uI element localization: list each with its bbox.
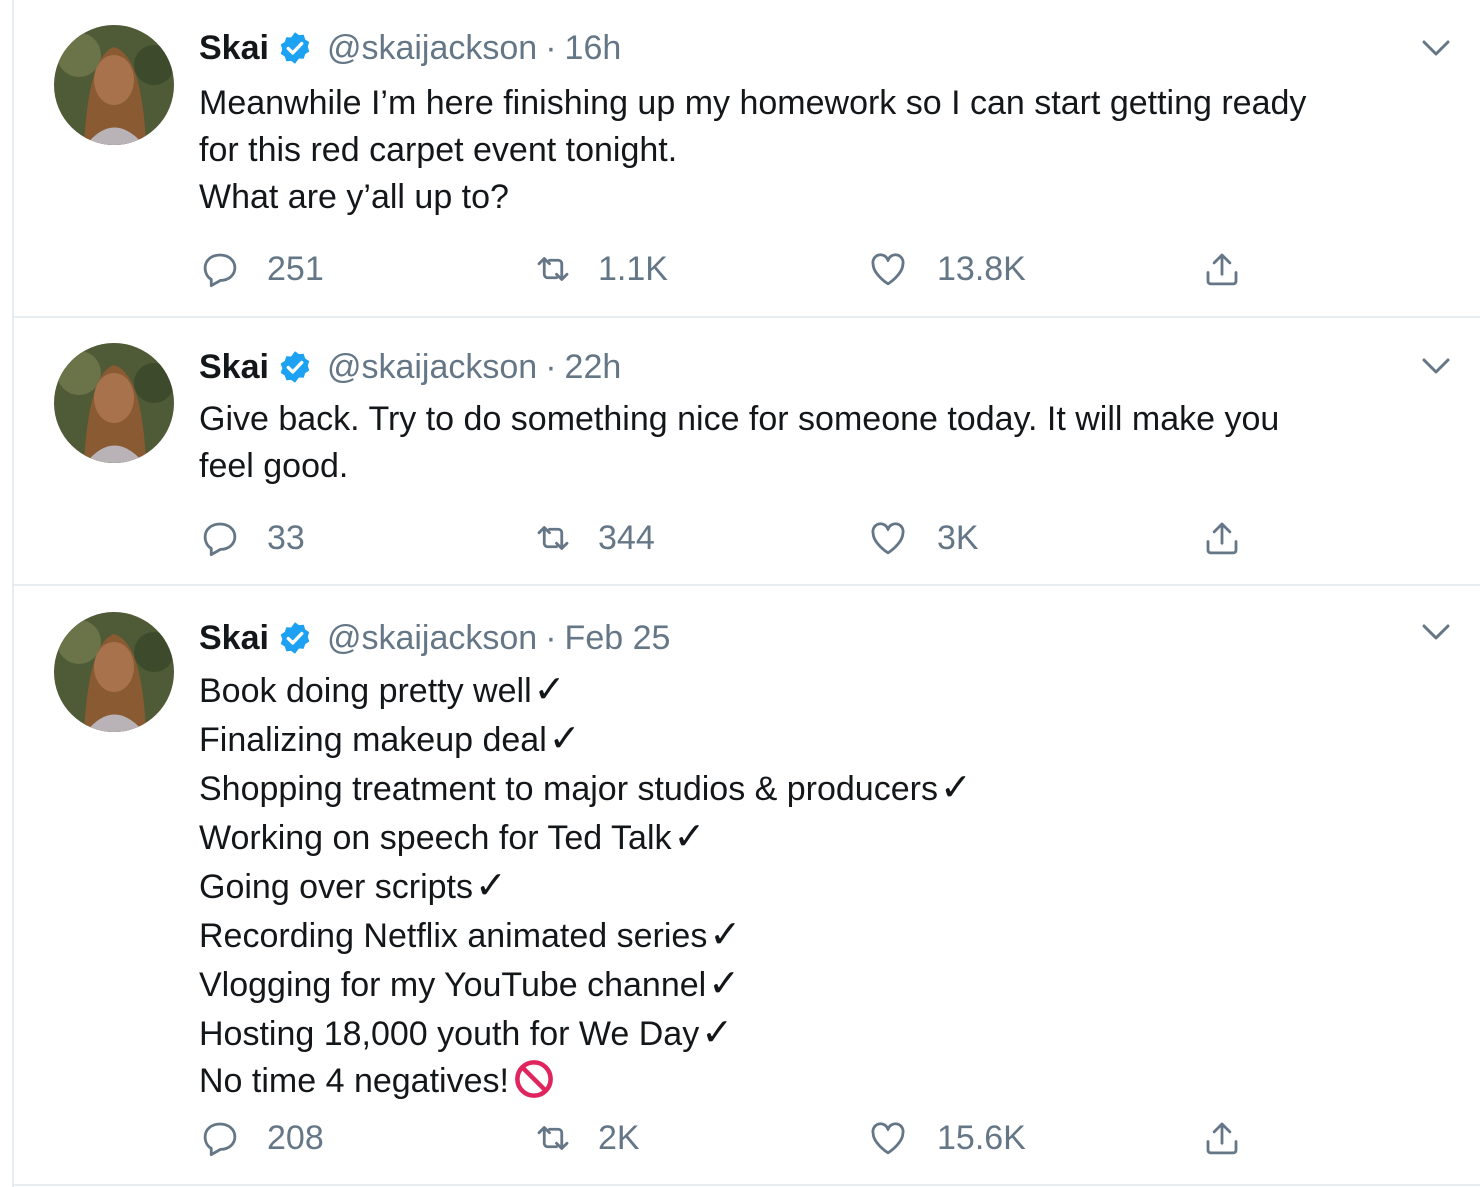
tweet-actions: 208 2K 15.6K <box>199 1112 1279 1164</box>
retweet-count: 2K <box>598 1118 640 1157</box>
retweet-button[interactable]: 344 <box>532 512 655 564</box>
tweet-line: Give back. Try to do something nice for … <box>199 400 1280 438</box>
retweet-count: 1.1K <box>598 249 668 288</box>
retweet-icon <box>532 248 574 290</box>
tweet-timeline: Skai @skaijackson · 16h Meanwhile I’m he… <box>12 0 1480 1187</box>
share-button[interactable] <box>1201 1112 1243 1164</box>
retweet-button[interactable]: 2K <box>532 1112 640 1164</box>
retweet-icon <box>532 1117 574 1159</box>
share-button[interactable] <box>1201 512 1243 564</box>
tweet-line: Working on speech for Ted Talk✓ <box>199 813 1448 862</box>
check-mark: ✓ <box>939 765 972 809</box>
heart-icon <box>867 1117 909 1159</box>
line-text: Book doing pretty well <box>199 672 532 710</box>
tweet-text: Meanwhile I’m here finishing up my homew… <box>199 80 1448 221</box>
tweet-line: Meanwhile I’m here finishing up my homew… <box>199 84 1307 122</box>
check-mark: ✓ <box>533 667 566 711</box>
tweet-actions: 251 1.1K 13.8K <box>199 243 1279 295</box>
separator-dot: · <box>545 619 557 657</box>
check-mark: ✓ <box>673 814 706 858</box>
timestamp[interactable]: 16h <box>565 23 622 73</box>
line-text: Finalizing makeup deal <box>199 721 547 759</box>
display-name[interactable]: Skai <box>199 23 269 73</box>
display-name[interactable]: Skai <box>199 342 269 392</box>
chevron-down-icon[interactable] <box>1418 30 1454 66</box>
handle[interactable]: @skaijackson <box>327 23 537 73</box>
line-text: Working on speech for Ted Talk <box>199 819 672 857</box>
handle[interactable]: @skaijackson <box>327 342 537 392</box>
tweet-line: Vlogging for my YouTube channel✓ <box>199 960 1448 1009</box>
verified-badge-icon <box>277 349 313 385</box>
like-button[interactable]: 3K <box>867 512 979 564</box>
share-button[interactable] <box>1201 243 1243 295</box>
tweet-line: for this red carpet event tonight. <box>199 131 678 169</box>
tweet[interactable]: Skai @skaijackson · 16h Meanwhile I’m he… <box>14 0 1480 318</box>
check-mark: ✓ <box>701 1010 734 1054</box>
tweet-line: Finalizing makeup deal✓ <box>199 715 1448 764</box>
reply-button[interactable]: 251 <box>199 243 324 295</box>
display-name[interactable]: Skai <box>199 613 269 663</box>
verified-badge-icon <box>277 620 313 656</box>
separator-dot: · <box>545 348 557 386</box>
tweet-line: Recording Netflix animated series✓ <box>199 911 1448 960</box>
share-icon <box>1201 1117 1243 1159</box>
line-text: Vlogging for my YouTube channel <box>199 966 707 1004</box>
line-text: No time 4 negatives! <box>199 1062 509 1100</box>
like-button[interactable]: 15.6K <box>867 1112 1026 1164</box>
chevron-down-icon[interactable] <box>1418 348 1454 384</box>
check-mark: ✓ <box>475 863 507 907</box>
reply-icon <box>199 248 241 290</box>
reply-count: 208 <box>267 1118 324 1157</box>
reply-button[interactable]: 33 <box>199 512 305 564</box>
tweet-line: What are y’all up to? <box>199 178 509 216</box>
no-entry-sign-icon <box>513 1058 555 1100</box>
avatar[interactable] <box>54 343 174 463</box>
verified-badge-icon <box>277 30 313 66</box>
reply-icon <box>199 517 241 559</box>
chevron-down-icon[interactable] <box>1418 614 1454 650</box>
tweet-line: Shopping treatment to major studios & pr… <box>199 764 1448 813</box>
tweet[interactable]: Skai @skaijackson · Feb 25 Book doing pr… <box>14 586 1480 1186</box>
like-count: 15.6K <box>937 1118 1026 1157</box>
reply-button[interactable]: 208 <box>199 1112 324 1164</box>
line-text: Hosting 18,000 youth for We Day <box>199 1015 700 1053</box>
retweet-icon <box>532 517 574 559</box>
handle[interactable]: @skaijackson <box>327 613 537 663</box>
timestamp[interactable]: 22h <box>565 342 622 392</box>
retweet-count: 344 <box>598 518 655 557</box>
tweet-text: Book doing pretty well✓ Finalizing makeu… <box>199 666 1448 1105</box>
reply-count: 251 <box>267 249 324 288</box>
tweet-line: Hosting 18,000 youth for We Day✓ <box>199 1009 1448 1058</box>
check-mark: ✓ <box>548 716 581 760</box>
tweet-line: feel good. <box>199 447 349 485</box>
reply-icon <box>199 1117 241 1159</box>
line-text: Going over scripts <box>199 868 473 906</box>
line-text: Shopping treatment to major studios & pr… <box>199 770 938 808</box>
tweet-line: Book doing pretty well✓ <box>199 666 1448 715</box>
tweet-line: Going over scripts✓ <box>199 862 1448 911</box>
like-button[interactable]: 13.8K <box>867 243 1026 295</box>
heart-icon <box>867 248 909 290</box>
like-count: 3K <box>937 518 979 557</box>
retweet-button[interactable]: 1.1K <box>532 243 668 295</box>
share-icon <box>1201 248 1243 290</box>
tweet[interactable]: Skai @skaijackson · 22h Give back. Try t… <box>14 318 1480 586</box>
tweet-text: Give back. Try to do something nice for … <box>199 396 1448 490</box>
share-icon <box>1201 517 1243 559</box>
avatar[interactable] <box>54 612 174 732</box>
tweet-line: No time 4 negatives! <box>199 1058 1448 1105</box>
reply-count: 33 <box>267 518 305 557</box>
separator-dot: · <box>545 29 557 67</box>
tweet-actions: 33 344 3K <box>199 512 1279 564</box>
line-text: Recording Netflix animated series <box>199 917 708 955</box>
timestamp[interactable]: Feb 25 <box>565 613 671 663</box>
check-mark: ✓ <box>708 961 741 1005</box>
heart-icon <box>867 517 909 559</box>
avatar[interactable] <box>54 25 174 145</box>
like-count: 13.8K <box>937 249 1026 288</box>
check-mark: ✓ <box>709 912 742 956</box>
